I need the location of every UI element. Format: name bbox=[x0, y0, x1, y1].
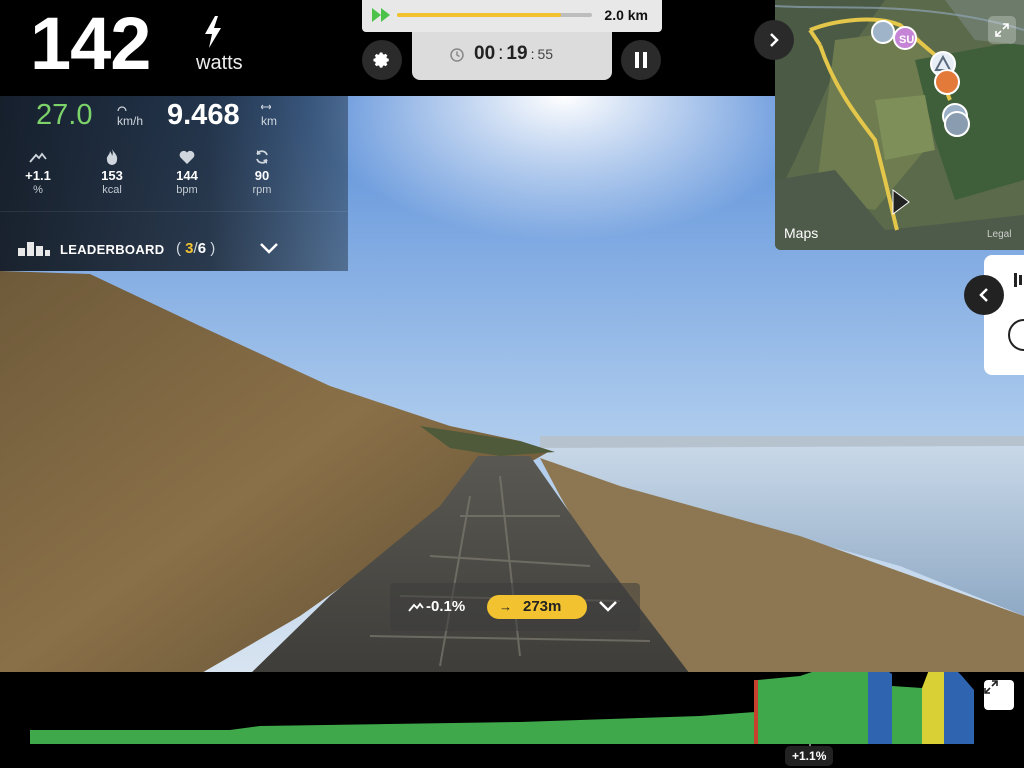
profile-expand-button[interactable] bbox=[984, 680, 1014, 710]
current-grade: -0.1% bbox=[426, 598, 466, 615]
side-panel-card[interactable] bbox=[984, 255, 1024, 375]
profile-blue-section bbox=[868, 672, 892, 744]
distance-arrows-icon bbox=[261, 104, 271, 110]
lb-close: ) bbox=[210, 240, 216, 257]
leaderboard-label: LEADERBOARD bbox=[60, 242, 165, 257]
expand-icon bbox=[984, 680, 998, 694]
chevron-down-icon bbox=[260, 243, 278, 254]
cadence-metric: 90 rpm bbox=[232, 148, 292, 196]
calories-metric: 153 kcal bbox=[82, 148, 142, 196]
maps-attribution: Maps bbox=[784, 225, 818, 241]
profile-yellow-section bbox=[922, 672, 944, 744]
leaderboard-total: 6 bbox=[197, 240, 207, 257]
timer-seconds: 55 bbox=[537, 46, 554, 62]
leaderboard-position: 3 bbox=[185, 240, 194, 257]
segment-distance-pill[interactable]: → 273m bbox=[487, 595, 587, 619]
heart-icon bbox=[179, 150, 195, 164]
route-progress-track bbox=[397, 13, 592, 17]
timer-panel: 00:19:55 bbox=[412, 28, 612, 80]
map-expand-button[interactable] bbox=[988, 16, 1016, 44]
elevation-profile[interactable]: +1.1% bbox=[0, 672, 1024, 768]
profile-blue-section-2 bbox=[944, 672, 974, 744]
side-panel-back-button[interactable] bbox=[964, 275, 1004, 315]
clock-icon bbox=[450, 48, 464, 62]
leaderboard-toggle[interactable]: LEADERBOARD ( 3/6 ) bbox=[0, 234, 300, 264]
grade-segment-bar: -0.1% → 273m bbox=[390, 583, 640, 631]
profile-current-grade: +1.1% bbox=[785, 746, 834, 766]
speedometer-icon bbox=[117, 106, 127, 112]
power-unit: watts bbox=[196, 52, 243, 74]
segment-distance: 273m bbox=[523, 598, 562, 615]
route-progress-fill bbox=[397, 13, 561, 17]
heart-rate-unit: bpm bbox=[176, 184, 198, 196]
rider-avatar-initials: SU bbox=[899, 34, 914, 46]
fast-forward-icon[interactable] bbox=[372, 8, 392, 22]
lb-open: ( bbox=[176, 240, 181, 257]
profile-green-section-2 bbox=[892, 686, 922, 744]
profile-red-marker bbox=[754, 680, 758, 744]
elapsed-time: 00:19:55 bbox=[474, 43, 554, 64]
timer-hours: 00 bbox=[474, 43, 496, 64]
route-progress-panel: 2.0 km bbox=[362, 0, 662, 32]
mountain-icon bbox=[408, 602, 424, 612]
mini-map[interactable]: SU Maps Legal bbox=[775, 0, 1024, 250]
mountain-icon bbox=[29, 152, 47, 163]
profile-flat-section bbox=[30, 712, 758, 744]
calories-value: 153 bbox=[101, 168, 123, 183]
gear-icon bbox=[373, 52, 389, 68]
pause-icon bbox=[635, 52, 647, 68]
profile-climb-section bbox=[755, 672, 875, 744]
expand-icon bbox=[995, 23, 1009, 37]
stats-divider bbox=[0, 211, 348, 212]
chevron-down-icon[interactable] bbox=[598, 600, 618, 612]
map-next-button[interactable] bbox=[754, 20, 794, 60]
heart-rate-metric: 144 bpm bbox=[157, 148, 217, 196]
arrow-right-icon: → bbox=[499, 599, 512, 614]
timer-minutes: 19 bbox=[506, 43, 528, 64]
cadence-icon bbox=[256, 150, 268, 164]
grade-unit: % bbox=[33, 184, 43, 196]
cadence-value: 90 bbox=[254, 168, 270, 183]
route-total-distance: 2.0 km bbox=[604, 7, 648, 23]
side-panel-icon bbox=[1008, 273, 1024, 351]
maps-label: Maps bbox=[784, 225, 819, 241]
heart-rate-value: 144 bbox=[176, 168, 198, 183]
speed-value: 27.0 bbox=[36, 99, 93, 131]
grade-metric: +1.1 % bbox=[8, 148, 68, 196]
leaderboard-count: ( 3/6 ) bbox=[176, 240, 215, 257]
power-value: 142 bbox=[30, 2, 151, 85]
speed-unit: km/h bbox=[117, 114, 144, 128]
leaderboard-bars-icon bbox=[18, 242, 50, 256]
legal-link[interactable]: Legal bbox=[987, 229, 1011, 240]
chevron-left-icon bbox=[979, 288, 988, 302]
stats-panel: 27.0 km/h 9.468 km +1.1 % 153 kcal 144 b… bbox=[0, 96, 348, 271]
pause-button[interactable] bbox=[621, 40, 661, 80]
lightning-bolt-icon bbox=[205, 16, 221, 48]
settings-button[interactable] bbox=[362, 40, 402, 80]
calories-unit: kcal bbox=[102, 184, 122, 196]
grade-value: +1.1 bbox=[25, 168, 51, 183]
cadence-unit: rpm bbox=[252, 184, 272, 196]
distance-value: 9.468 bbox=[167, 99, 240, 131]
flame-icon bbox=[106, 149, 118, 165]
chevron-right-icon bbox=[770, 33, 779, 47]
distance-unit: km bbox=[261, 114, 277, 128]
